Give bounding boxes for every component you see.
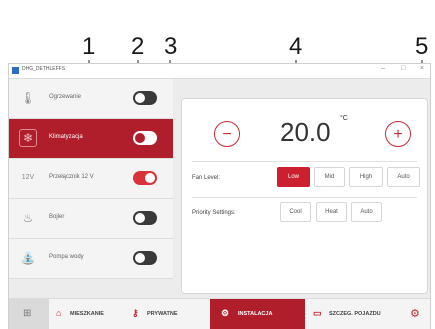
window-title: DHG_DETHLEFFS xyxy=(22,66,66,72)
nav-item-living-area[interactable]: ⌂ MIESZKANIE xyxy=(49,299,124,329)
increase-temperature-button[interactable]: + xyxy=(385,121,411,147)
nav-item-private[interactable]: ⚷ PRYWATNE xyxy=(124,299,204,329)
sidebar-item-label: Klimatyzacja xyxy=(49,134,83,140)
nav-item-label: SZCZEG. POJAZDU xyxy=(329,311,381,317)
sidebar-item-12v-switch[interactable]: 12V Przełącznik 12 V xyxy=(9,159,173,199)
living-area-icon: ⌂ xyxy=(56,308,62,318)
fan-option-high[interactable]: High xyxy=(349,167,383,187)
sidebar-item-label: Ogrzewanie xyxy=(49,94,82,100)
flame-icon: ♨ xyxy=(22,211,34,225)
divider xyxy=(192,197,417,198)
priority-option-auto[interactable]: Auto xyxy=(351,202,382,222)
sidebar-item-water-pump[interactable]: ⛲ Pompa wody xyxy=(9,239,173,279)
priority-settings-label: Priority Settings: xyxy=(192,210,236,216)
temperature-value: 20.0 xyxy=(280,117,331,147)
private-icon: ⚷ xyxy=(132,308,139,318)
sidebar-item-boiler[interactable]: ♨ Bojler xyxy=(9,199,173,239)
close-button[interactable]: × xyxy=(420,65,424,72)
nav-item-label: INSTALACJA xyxy=(238,311,273,317)
app-icon xyxy=(12,67,19,74)
nav-item-vehicle-details[interactable]: ▭ SZCZEG. POJAZDU xyxy=(307,299,399,329)
toggle-knob xyxy=(135,93,145,103)
gear-icon: ⚙ xyxy=(410,308,420,320)
toggle-knob xyxy=(135,253,145,263)
priority-option-heat[interactable]: Heat xyxy=(316,202,347,222)
installation-icon: ⚙ xyxy=(221,308,230,318)
fan-option-low[interactable]: Low xyxy=(277,167,310,187)
sidebar-item-air-conditioning[interactable]: ❄ Klimatyzacja xyxy=(9,119,173,159)
bottom-nav: ⊞ ⌂ MIESZKANIE ⚷ PRYWATNE ⚙ INSTALACJA ▭… xyxy=(9,298,430,329)
fan-level-label: Fan Level: xyxy=(192,175,221,181)
fan-option-auto[interactable]: Auto xyxy=(387,167,420,187)
grid-icon: ⊞ xyxy=(23,308,32,319)
toggle-knob xyxy=(145,173,155,183)
thermometer-icon: 🌡 xyxy=(20,91,36,105)
nav-item-installation[interactable]: ⚙ INSTALACJA xyxy=(210,299,305,329)
nav-item-label: MIESZKANIE xyxy=(70,311,104,317)
water-pump-icon: ⛲ xyxy=(20,251,36,265)
toggle-knob xyxy=(135,213,145,223)
12v-icon: 12V xyxy=(21,174,35,181)
boiler-toggle[interactable] xyxy=(133,211,157,225)
toggle-knob xyxy=(135,133,145,143)
snowflake-icon: ❄ xyxy=(19,129,37,147)
heating-toggle[interactable] xyxy=(133,91,157,105)
grid-menu-button[interactable]: ⊞ xyxy=(9,299,49,329)
12v-switch-toggle[interactable] xyxy=(133,171,157,185)
air-conditioning-toggle[interactable] xyxy=(133,131,157,145)
sidebar: 🌡 Ogrzewanie ❄ Klimatyzacja 12V Przełącz… xyxy=(9,79,173,298)
divider xyxy=(192,161,417,162)
sidebar-item-label: Bojler xyxy=(49,214,65,220)
title-bar: DHG_DETHLEFFS – □ × xyxy=(9,64,430,79)
sidebar-item-label: Przełącznik 12 V xyxy=(49,174,94,180)
water-pump-toggle[interactable] xyxy=(133,251,157,265)
app-window: DHG_DETHLEFFS – □ × 🌡 Ogrzewanie ❄ Klima… xyxy=(8,63,431,329)
minimize-button[interactable]: – xyxy=(381,65,385,72)
fan-option-mid[interactable]: Mid xyxy=(314,167,345,187)
nav-item-label: PRYWATNE xyxy=(147,311,178,317)
priority-option-cool[interactable]: Cool xyxy=(280,202,311,222)
climate-panel: − 20.0 °C + Fan Level: Low Mid High Auto… xyxy=(181,98,428,294)
temperature-unit: °C xyxy=(340,115,348,122)
maximize-button[interactable]: □ xyxy=(401,65,405,72)
decrease-temperature-button[interactable]: − xyxy=(214,121,240,147)
sidebar-item-heating[interactable]: 🌡 Ogrzewanie xyxy=(9,79,173,119)
vehicle-details-icon: ▭ xyxy=(313,308,322,318)
sidebar-item-label: Pompa wody xyxy=(49,254,84,260)
settings-button[interactable]: ⚙ xyxy=(401,299,430,329)
